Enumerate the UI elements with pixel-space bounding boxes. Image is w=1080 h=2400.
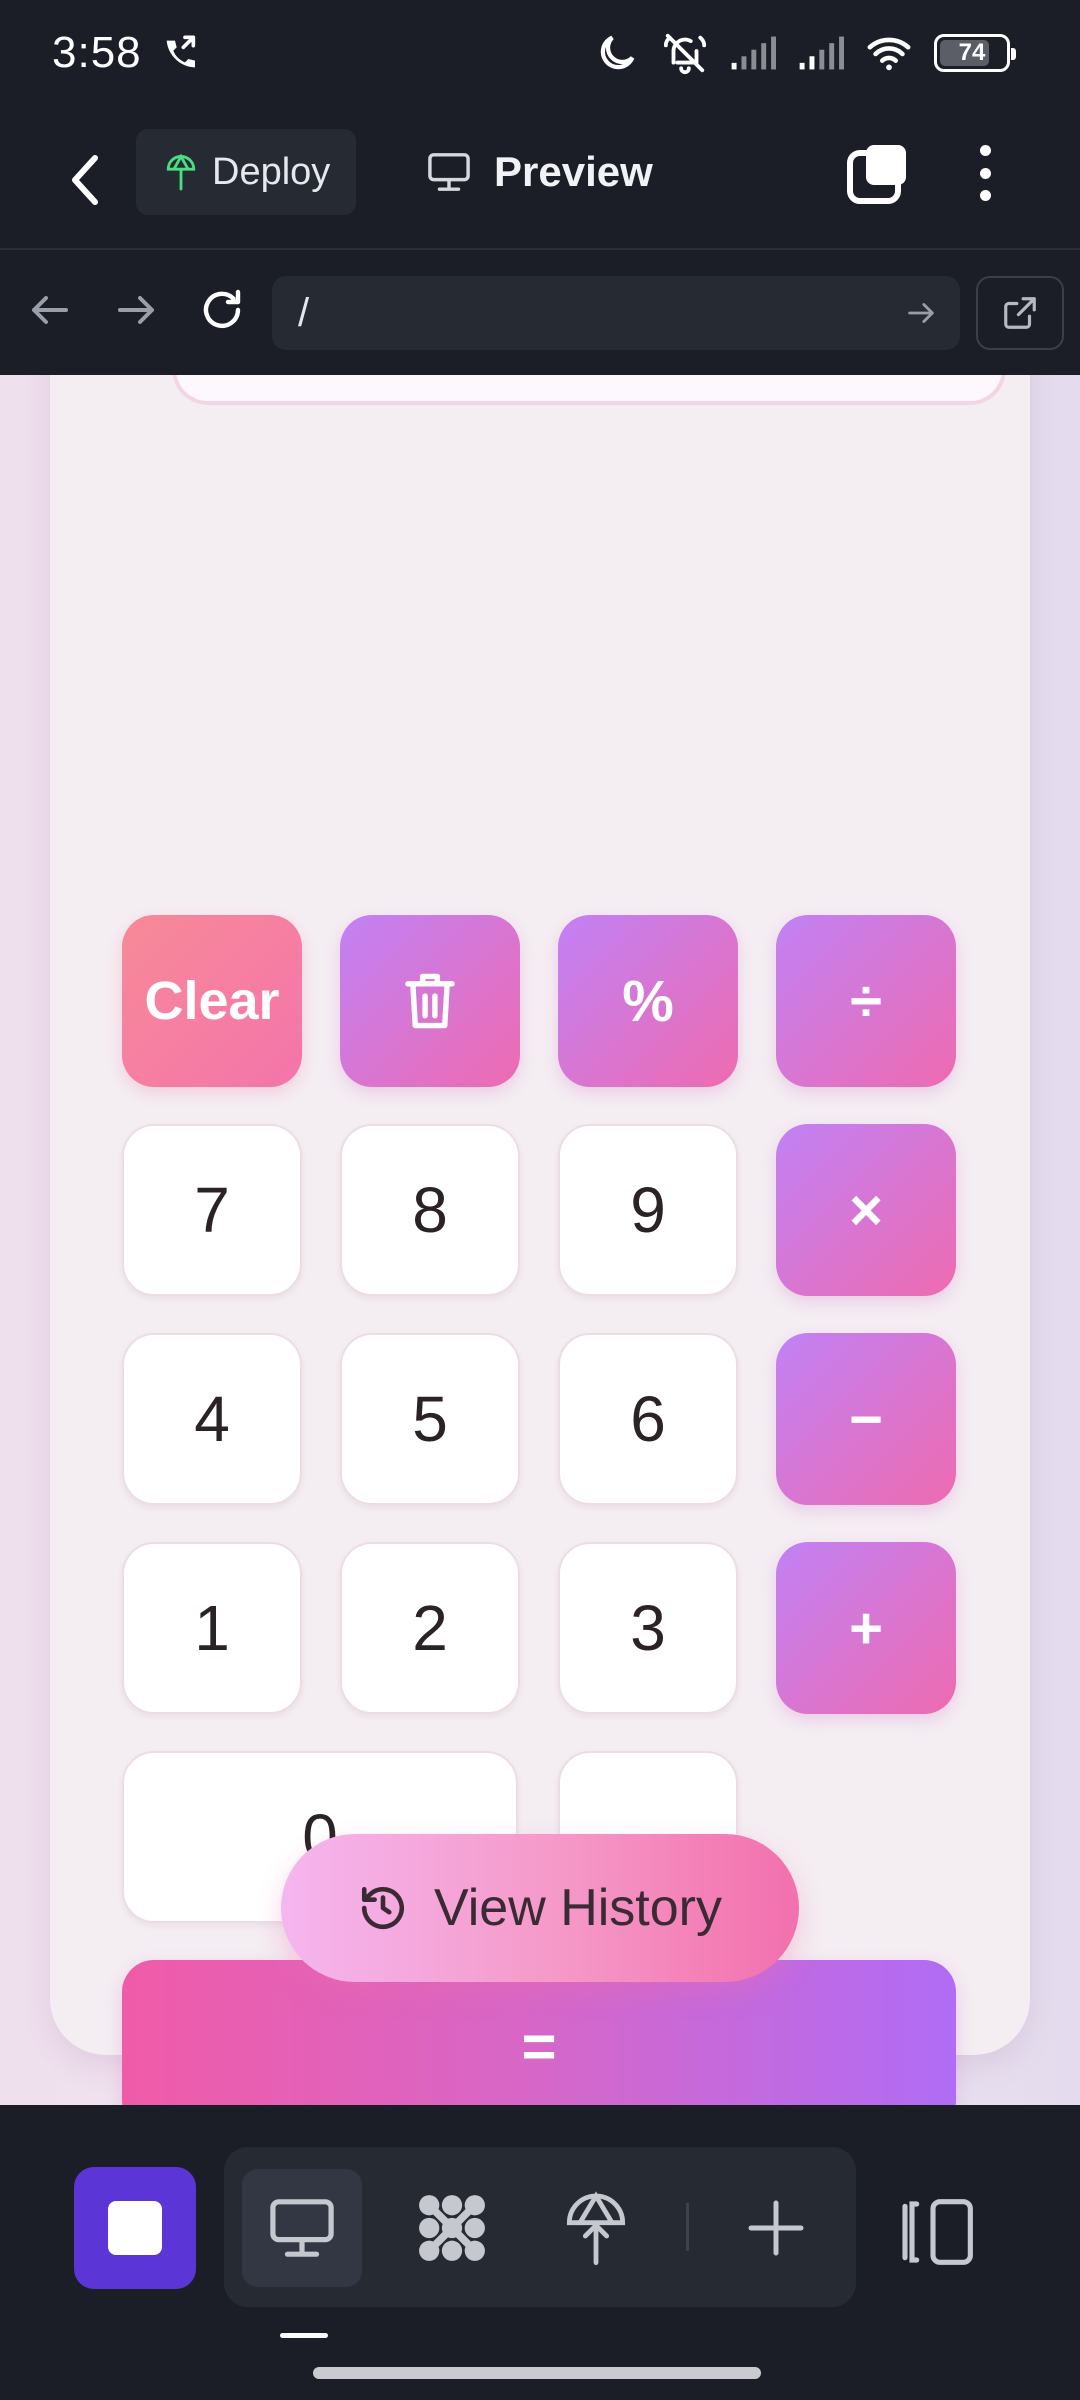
dock-workflows-tab[interactable] (392, 2169, 512, 2287)
bottom-dock (0, 2105, 1080, 2400)
digit-3-button[interactable]: 3 (558, 1542, 738, 1714)
tabs-icon[interactable] (846, 141, 910, 205)
deploy-icon (166, 153, 196, 191)
bell-off-icon (663, 33, 707, 75)
moon-icon (600, 35, 635, 70)
signal-icon (731, 36, 776, 70)
view-history-label: View History (433, 1879, 722, 1937)
status-time: 3:58 (52, 28, 142, 77)
back-button[interactable] (62, 145, 108, 215)
arrow-left-icon[interactable] (26, 286, 74, 334)
side-panel-icon[interactable] (900, 2197, 980, 2267)
open-external-button[interactable] (976, 276, 1064, 350)
battery-icon: 74 (934, 34, 1016, 72)
add-tab-button[interactable] (716, 2169, 836, 2287)
dock-deploy-tab[interactable] (536, 2169, 656, 2287)
stop-button[interactable] (74, 2167, 196, 2289)
battery-level: 74 (958, 39, 986, 66)
wifi-icon (867, 37, 911, 71)
active-tab-indicator (280, 2333, 328, 2338)
preview-label: Preview (494, 148, 653, 195)
signal-icon (799, 36, 844, 70)
app-toolbar: Deploy Preview (0, 115, 1080, 250)
plus-icon (748, 2200, 804, 2256)
url-input[interactable]: / (272, 276, 960, 350)
dock-preview-tab[interactable] (242, 2169, 362, 2287)
multiply-button[interactable]: × (776, 1124, 956, 1296)
go-arrow-icon[interactable] (904, 296, 938, 330)
deploy-icon (566, 2191, 626, 2266)
deploy-button[interactable]: Deploy (136, 129, 356, 215)
monitor-icon (270, 2199, 334, 2257)
deploy-label: Deploy (212, 150, 331, 193)
reload-icon[interactable] (198, 286, 246, 334)
digit-4-button[interactable]: 4 (122, 1333, 302, 1505)
trash-icon (405, 973, 455, 1029)
calculator-card: Clear % ÷ 7 8 9 × 4 5 6 − 1 2 3 + 0 . = (50, 375, 1030, 2105)
digit-9-button[interactable]: 9 (558, 1124, 738, 1296)
arrow-right-icon[interactable] (112, 286, 160, 334)
delete-button[interactable] (340, 915, 520, 1087)
url-text: / (298, 290, 310, 335)
digit-2-button[interactable]: 2 (340, 1542, 520, 1714)
calculator-display (172, 375, 1006, 405)
digit-6-button[interactable]: 6 (558, 1333, 738, 1505)
dock-divider (686, 2203, 689, 2251)
history-icon (361, 1886, 405, 1930)
web-content: Clear % ÷ 7 8 9 × 4 5 6 − 1 2 3 + 0 . = … (0, 375, 1080, 2105)
status-icons: 74 (594, 30, 1016, 76)
view-history-button[interactable]: View History (281, 1834, 799, 1982)
chevron-left-icon (72, 155, 98, 205)
monitor-icon (428, 153, 470, 191)
digit-1-button[interactable]: 1 (122, 1542, 302, 1714)
external-link-icon (1004, 297, 1036, 329)
tab-preview[interactable]: Preview (426, 129, 653, 215)
percent-button[interactable]: % (558, 915, 738, 1087)
dock-group (224, 2147, 856, 2307)
nodes-icon (419, 2195, 485, 2261)
stop-icon (108, 2201, 162, 2255)
divide-button[interactable]: ÷ (776, 915, 956, 1087)
more-menu-button[interactable] (970, 141, 1000, 205)
browser-bar: / (0, 250, 1080, 375)
digit-7-button[interactable]: 7 (122, 1124, 302, 1296)
home-indicator[interactable] (313, 2367, 761, 2379)
phone-forwarded-icon (166, 35, 196, 68)
plus-button[interactable]: + (776, 1542, 956, 1714)
status-bar: 3:58 74 (0, 0, 1080, 115)
digit-5-button[interactable]: 5 (340, 1333, 520, 1505)
clear-button[interactable]: Clear (122, 915, 302, 1087)
minus-button[interactable]: − (776, 1333, 956, 1505)
digit-8-button[interactable]: 8 (340, 1124, 520, 1296)
